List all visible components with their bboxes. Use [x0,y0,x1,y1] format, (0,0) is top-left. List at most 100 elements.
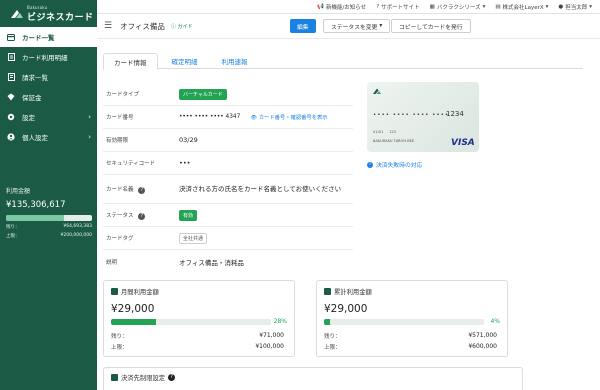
usage-remaining-label: 残り： [6,225,20,230]
cumulative-usage-card: 累計利用金額 ¥29,000 4% 残り： ¥571,000 上限： ¥600,… [316,280,508,357]
card-icon [7,33,15,41]
card-name-label: カード名義 [106,186,134,193]
tag-label: カードタグ [106,236,134,242]
cvc-label: セキュリティコード [106,161,156,167]
building-icon: ▤ [495,3,501,10]
show-number-link[interactable]: 👁 カード番号・確認番号を表示 [250,113,327,121]
sidebar-item-settings[interactable]: 設定 › [0,107,97,127]
card-preview-holder: BAKURAKU TAROH BEE [373,139,415,143]
tag-row: カードタグ 全社共通 [103,227,353,250]
card-preview-image: •••• •••• •••• •••• 1234 01/01 123 BAKUR… [367,82,479,152]
settlement-failure-label: 決済失敗時の対応 [376,163,423,169]
usage-amount: ¥135,306,617 [6,200,66,210]
person-icon [7,133,15,141]
copy-issue-button[interactable]: コピーしてカードを発行 [391,19,471,33]
tag-badge: 全社共通 [179,232,208,244]
card-preview-expiry: 01/01 123 [373,130,396,134]
tab-usage-flash[interactable]: 利用速報 [212,53,258,68]
usage-progress-bar [6,215,92,221]
cumulative-progress-bar [324,319,484,325]
sidebar-item-label: カード一覧 [22,34,55,42]
logo-text: ビジネスカード [27,12,94,23]
topbar-user-label: 担当太郎 [565,4,588,11]
monthly-icon [111,288,118,295]
sidebar: Bakuraku ビジネスカード カード一覧 カード利用明細 請求一覧 保証金 … [0,0,97,390]
cvc-value: ••• [179,159,191,167]
grid-icon: ▦ [429,3,435,10]
invoice-icon [7,73,15,81]
chevron-right-icon: › [88,133,91,141]
chevron-down-icon: ▾ [379,23,383,29]
sidebar-item-invoices[interactable]: 請求一覧 [0,67,97,87]
cumulative-percent: 4% [490,318,500,325]
chevron-down-icon: ▾ [589,3,592,10]
sidebar-item-label: 設定 [22,114,35,122]
cvc-row: セキュリティコード ••• [103,152,353,175]
topbar-company-label: 株式会社LayerX [502,4,544,11]
sidebar-item-personal-settings[interactable]: 個人設定 › [0,127,97,147]
visa-logo: VISA [451,138,475,148]
payment-restriction-card: 決済先制限設定 ? [103,367,523,390]
sidebar-item-card-list[interactable]: カード一覧 [0,27,97,47]
help-icon[interactable]: ? [138,186,146,194]
cumulative-progress-fill [324,319,331,325]
usage-label: 利用金額 [6,188,31,195]
user-icon: ● [558,3,564,10]
topbar-news-label: 新機能/お知らせ [325,4,367,11]
chevron-right-icon: › [88,113,91,121]
topbar-news[interactable]: 📢 新機能/お知らせ [317,3,366,11]
sidebar-item-deposit[interactable]: 保証金 [0,87,97,107]
monthly-percent: 28% [273,318,287,325]
tabs: カード情報 確定明細 利用速報 [103,53,583,70]
edit-button[interactable]: 編集 [290,19,316,33]
page-header: ☰ オフィス備品 ⓘ ガイド 編集 ステータスを変更 ▾ コピーしてカードを発行 [97,14,600,39]
topbar-company[interactable]: ▤ 株式会社LayerX ▾ [495,3,548,11]
gear-icon [7,113,15,121]
topbar: 📢 新機能/お知らせ ? サポートサイト ▦ バクラクシリーズ ▾ ▤ 株式会社… [97,0,600,14]
card-number-value: •••• •••• •••• 4347 [179,114,241,120]
card-number-label: カード番号 [106,115,134,121]
menu-toggle-icon[interactable]: ☰ [104,21,112,31]
monthly-progress-bar [111,319,271,325]
sidebar-item-label: 個人設定 [22,134,48,142]
help-icon[interactable]: ? [168,374,176,381]
status-badge: 有効 [179,209,198,221]
logo-mark-icon [11,9,23,18]
monthly-usage-card: 月間利用金額 ¥29,000 28% 残り： ¥71,000 上限： ¥100,… [103,280,295,357]
monthly-remaining-value: ¥71,000 [259,332,284,339]
show-number-label: カード番号・確認番号を表示 [258,115,328,121]
topbar-user[interactable]: ● 担当太郎 ▾ [558,3,592,11]
card-name-row: カード名義 ? 決済される方の氏名をカード名義としてお使いください [103,175,353,204]
monthly-remaining-label: 残り： [111,334,128,340]
cumulative-limit-label: 上限： [324,345,341,351]
deposit-icon [7,93,15,101]
description-value: オフィス備品・消耗品 [179,258,244,267]
tab-confirmed-statements[interactable]: 確定明細 [162,53,208,68]
cumulative-remaining-value: ¥571,000 [468,332,497,339]
cumulative-title: 累計利用金額 [334,289,372,296]
card-preview-cvc: 123 [389,130,396,134]
page-title: オフィス備品 [120,21,165,31]
usage-progress-fill [6,215,64,221]
sidebar-item-card-statements[interactable]: カード利用明細 [0,47,97,67]
status-label: ステータス [106,212,134,219]
topbar-support[interactable]: ? サポートサイト [376,3,419,11]
topbar-series[interactable]: ▦ バクラクシリーズ ▾ [430,3,486,11]
guide-link[interactable]: ⓘ ガイド [171,23,193,30]
help-icon: ? [376,3,380,10]
help-icon[interactable]: ? [138,212,146,220]
expiry-label: 有効期限 [106,138,129,144]
megaphone-icon: 📢 [317,3,324,10]
settlement-failure-link[interactable]: i 決済失敗時の対応 [367,160,422,169]
card-logo-icon [373,88,381,94]
card-name-value: 決済される方の氏名をカード名義としてお使いください [179,185,342,193]
status-change-button[interactable]: ステータスを変更 ▾ [323,19,391,33]
status-change-label: ステータスを変更 [331,24,378,31]
cumulative-remaining-label: 残り： [324,334,341,340]
logo[interactable]: Bakuraku ビジネスカード [0,0,97,27]
cumulative-limit-value: ¥600,000 [468,343,497,350]
card-preview-last4: 1234 [446,110,464,118]
topbar-support-label: サポートサイト [381,4,420,11]
tab-card-info[interactable]: カード情報 [103,53,158,70]
card-type-label: カードタイプ [106,92,140,98]
